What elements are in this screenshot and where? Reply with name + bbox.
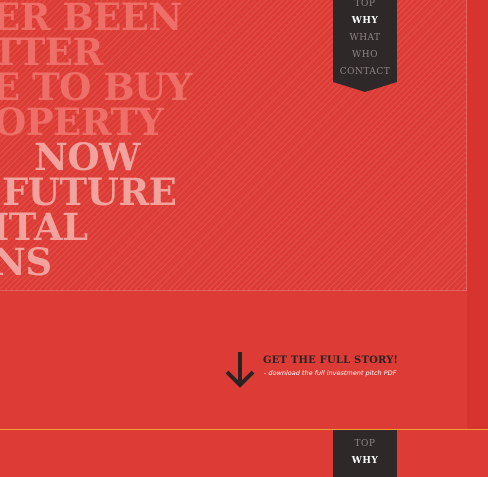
top-nav-tab: TOP WHY WHAT WHO CONTACT [333,0,397,92]
top-nav-list: TOP WHY WHAT WHO CONTACT [333,0,397,81]
nav-item-top[interactable]: TOP [333,0,397,13]
arrow-down-icon [225,352,255,388]
nav-item-contact[interactable]: CONTACT [333,64,397,81]
section-divider [0,429,488,430]
cta-title: GET THE FULL STORY! [263,355,399,366]
nav-item-why[interactable]: WHY [333,453,397,470]
bottom-nav-list: TOP WHY [333,430,397,470]
nav-item-what[interactable]: WHAT [333,30,397,47]
nav-item-who[interactable]: WHO [333,47,397,64]
nav-item-why[interactable]: WHY [333,13,397,30]
bottom-nav-tab: TOP WHY [333,430,397,477]
nav-item-top[interactable]: TOP [333,436,397,453]
hero-headline: ER BEEN TTER E TO BUY OPERTY NOW FUTURE … [0,0,192,284]
headline-line: NS [0,240,52,284]
download-pitch-link[interactable]: GET THE FULL STORY! - download the full … [224,350,424,390]
cta-subtitle: - download the full investment pitch PDF [264,369,397,377]
right-edge-strip [467,0,488,430]
